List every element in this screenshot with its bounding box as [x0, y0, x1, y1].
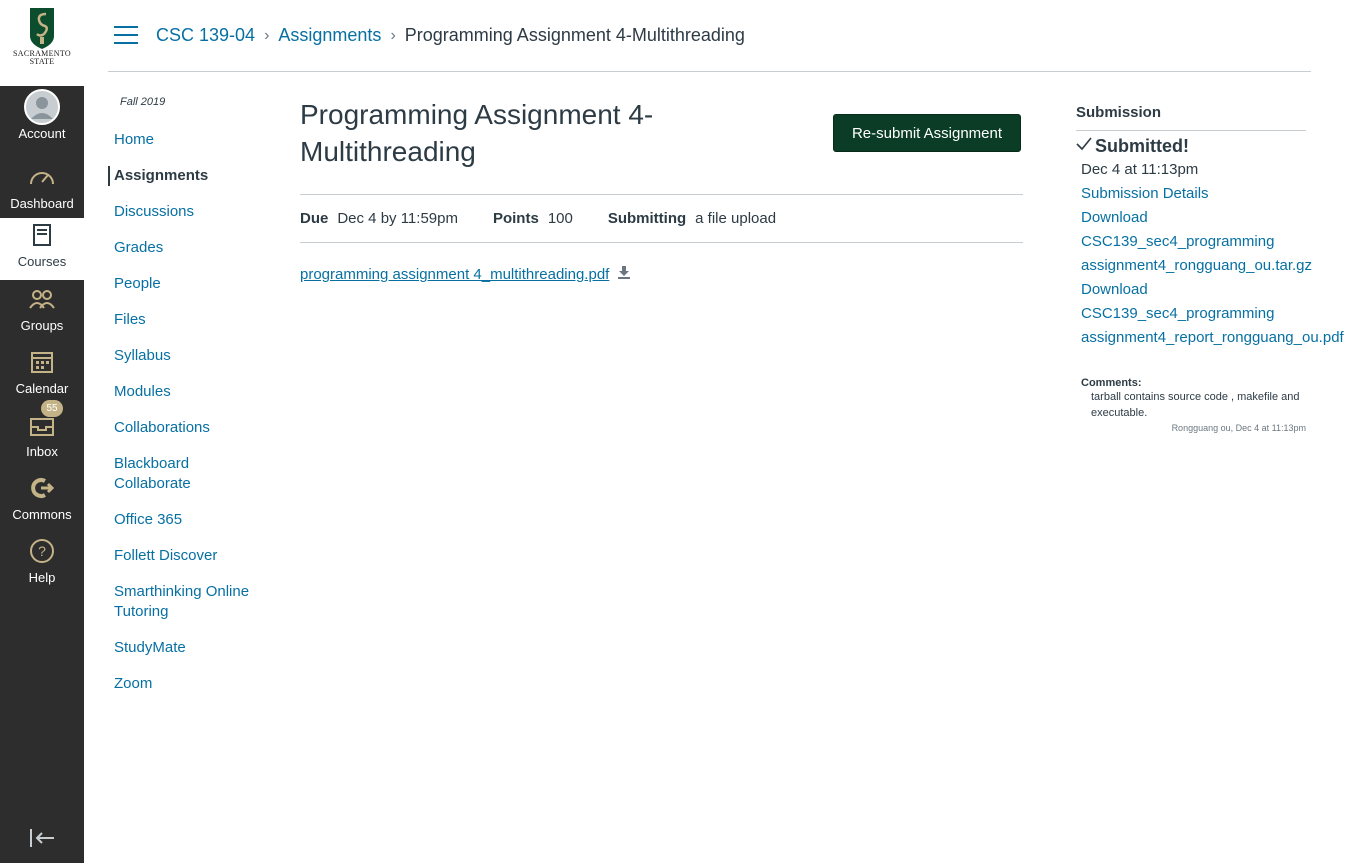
assignment-content: Programming Assignment 4-Multithreading …: [300, 96, 1023, 283]
global-nav-groups-label: Groups: [20, 318, 64, 333]
global-nav-help[interactable]: ? Help: [0, 534, 84, 596]
submitted-status-text: Submitted!: [1095, 136, 1189, 156]
course-nav-follett-discover[interactable]: Follett Discover: [108, 546, 278, 566]
global-nav-account-label: Account: [18, 126, 66, 141]
download-icon[interactable]: [617, 265, 631, 284]
submission-date: Dec 4 at 11:13pm: [1081, 161, 1199, 178]
course-nav-people[interactable]: People: [108, 274, 278, 294]
breadcrumb-assignments-link[interactable]: Assignments: [278, 25, 381, 46]
global-nav-courses[interactable]: Courses: [0, 218, 84, 280]
submitting-label: Submitting: [607, 210, 687, 227]
breadcrumb: CSC 139-04 › Assignments › Programming A…: [156, 25, 745, 46]
submission-details-link[interactable]: Submission Details: [1081, 182, 1353, 206]
course-nav-home[interactable]: Home: [108, 130, 278, 150]
hamburger-menu-icon[interactable]: [114, 26, 138, 46]
course-nav-assignments[interactable]: Assignments: [108, 166, 278, 186]
global-nav-groups[interactable]: Groups: [0, 282, 84, 344]
file-2-name-line-2[interactable]: assignment4_report_rongguang_ou.pdf: [1081, 326, 1353, 350]
course-nav-zoom[interactable]: Zoom: [108, 674, 278, 694]
course-nav-files[interactable]: Files: [108, 310, 278, 330]
global-nav-courses-label: Courses: [17, 254, 67, 269]
breadcrumb-separator-icon: ›: [390, 26, 396, 44]
breadcrumb-separator-icon: ›: [264, 26, 270, 44]
page-title: Programming Assignment 4-Multithreading: [300, 99, 654, 167]
resubmit-assignment-button[interactable]: Re-submit Assignment: [833, 114, 1021, 152]
global-nav-calendar-label: Calendar: [15, 381, 69, 396]
course-nav-discussions[interactable]: Discussions: [108, 202, 278, 222]
logo-line-2: STATE: [29, 57, 55, 66]
avatar-icon: [24, 89, 60, 125]
checkmark-icon: [1076, 137, 1092, 156]
file-2-name-line-1[interactable]: CSC139_sec4_programming: [1081, 302, 1353, 326]
global-nav-commons-label: Commons: [12, 507, 72, 522]
file-1-name-line-2[interactable]: assignment4_rongguang_ou.tar.gz: [1081, 254, 1353, 278]
course-nav-collaborations[interactable]: Collaborations: [108, 418, 278, 438]
download-link-2[interactable]: Download: [1081, 278, 1353, 302]
inbox-unread-badge: 55: [41, 400, 63, 417]
course-nav-office-365[interactable]: Office 365: [108, 510, 278, 530]
submission-status: Submitted!: [1076, 136, 1353, 157]
help-icon: ?: [28, 534, 56, 568]
global-nav-account[interactable]: Account: [0, 89, 84, 152]
course-nav-modules[interactable]: Modules: [108, 382, 278, 402]
course-nav-grades[interactable]: Grades: [108, 238, 278, 258]
course-nav-smarthinking[interactable]: Smarthinking Online Tutoring: [108, 582, 268, 622]
attachment-row: programming assignment 4_multithreading.…: [300, 265, 631, 284]
assignment-details: Due Dec 4 by 11:59pm Points 100 Submitti…: [300, 194, 1023, 243]
global-nav: SACRAMENTO STATE Account Dashboard Cours…: [0, 0, 84, 863]
course-nav-blackboard-collaborate[interactable]: Blackboard Collaborate: [108, 454, 218, 494]
groups-icon: [27, 282, 57, 316]
submission-comments: Comments: tarball contains source code ,…: [1081, 377, 1306, 433]
global-nav-inbox-label: Inbox: [26, 444, 58, 459]
download-link-1[interactable]: Download: [1081, 206, 1353, 230]
comment-author-date: Rongguang ou, Dec 4 at 11:13pm: [1171, 423, 1306, 433]
course-nav-studymate[interactable]: StudyMate: [108, 638, 278, 658]
course-nav: Fall 2019 Home Assignments Discussions G…: [108, 96, 278, 694]
due-value: Dec 4 by 11:59pm: [337, 210, 458, 227]
course-term: Fall 2019: [120, 96, 166, 108]
calendar-icon: [29, 345, 55, 379]
submission-title: Submission: [1076, 104, 1306, 131]
university-logo[interactable]: SACRAMENTO STATE: [0, 0, 84, 86]
comments-label: Comments:: [1081, 377, 1142, 389]
global-nav-calendar[interactable]: Calendar: [0, 345, 84, 407]
submitting-value: a file upload: [695, 210, 777, 227]
due-label: Due: [300, 210, 329, 227]
global-nav-dashboard[interactable]: Dashboard: [0, 160, 84, 222]
page-header: CSC 139-04 › Assignments › Programming A…: [108, 0, 1311, 72]
points-label: Points: [492, 210, 539, 227]
submission-sidebar: Submission Submitted! Dec 4 at 11:13pm S…: [1076, 104, 1353, 433]
dashboard-icon: [28, 160, 56, 194]
logo-mark-icon: [30, 8, 54, 49]
comment-text: tarball contains source code , makefile …: [1091, 391, 1300, 419]
global-nav-help-label: Help: [28, 570, 56, 585]
svg-text:?: ?: [38, 543, 46, 559]
global-nav-commons[interactable]: Commons: [0, 471, 84, 533]
global-nav-inbox[interactable]: 55 Inbox: [0, 400, 84, 470]
points-value: 100: [547, 210, 573, 227]
attachment-file-link[interactable]: programming assignment 4_multithreading.…: [300, 266, 609, 283]
breadcrumb-current: Programming Assignment 4-Multithreading: [404, 25, 745, 45]
global-nav-dashboard-label: Dashboard: [10, 196, 74, 211]
course-nav-syllabus[interactable]: Syllabus: [108, 346, 278, 366]
file-1-name-line-1[interactable]: CSC139_sec4_programming: [1081, 230, 1353, 254]
collapse-nav-icon[interactable]: [28, 826, 56, 850]
breadcrumb-course-link[interactable]: CSC 139-04: [156, 25, 255, 46]
commons-icon: [28, 471, 56, 505]
courses-icon: [31, 218, 53, 252]
